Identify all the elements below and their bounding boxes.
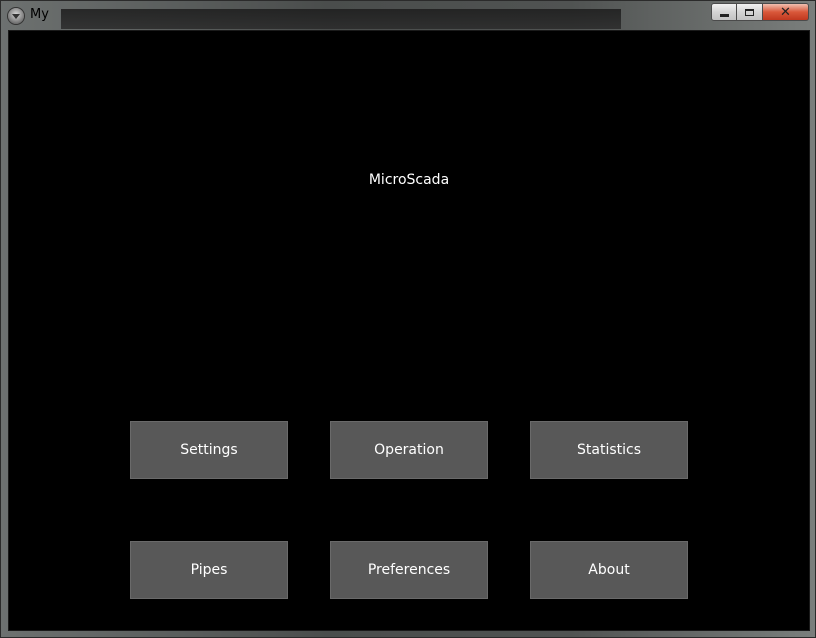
- minimize-button[interactable]: [711, 3, 737, 21]
- main-panel: MicroScada Settings Operation Statistics…: [8, 30, 810, 631]
- close-icon: ✕: [780, 4, 791, 20]
- app-window: My ✕ MicroScada Settings Operation Stati…: [0, 0, 816, 638]
- close-button[interactable]: ✕: [763, 3, 809, 21]
- operation-button[interactable]: Operation: [330, 421, 488, 479]
- maximize-button[interactable]: [737, 3, 763, 21]
- app-icon[interactable]: [8, 8, 24, 24]
- preferences-button[interactable]: Preferences: [330, 541, 488, 599]
- window-controls: ✕: [711, 3, 809, 21]
- settings-button[interactable]: Settings: [130, 421, 288, 479]
- minimize-icon: [719, 13, 729, 17]
- title-bar[interactable]: My ✕: [1, 1, 815, 29]
- window-title: My: [30, 7, 49, 22]
- about-button[interactable]: About: [530, 541, 688, 599]
- title-bar-background: [61, 9, 621, 29]
- app-title: MicroScada: [368, 172, 450, 188]
- statistics-button[interactable]: Statistics: [530, 421, 688, 479]
- pipes-button[interactable]: Pipes: [130, 541, 288, 599]
- maximize-icon: [745, 8, 754, 16]
